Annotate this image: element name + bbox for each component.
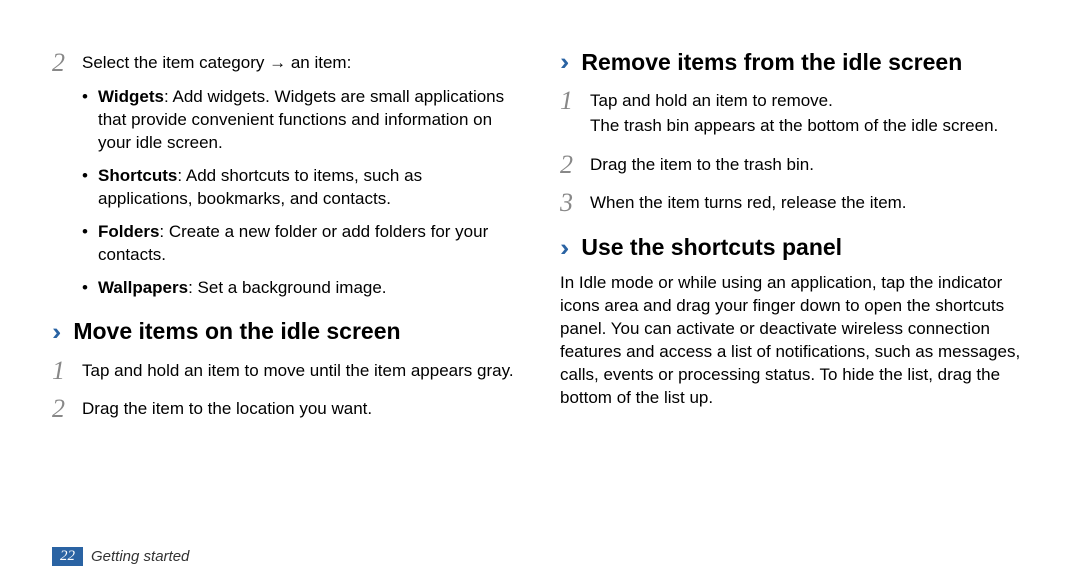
bullet-term: Widgets (98, 87, 164, 106)
step-number: 2 (560, 150, 590, 178)
heading-remove-items: › Remove items from the idle screen (560, 48, 1028, 76)
step-body: Drag the item to the location you want. (82, 394, 372, 421)
step-text: Tap and hold an item to remove. (590, 90, 998, 113)
step-number: 1 (52, 356, 82, 384)
category-bullets: Widgets: Add widgets. Widgets are small … (82, 86, 520, 300)
step-number: 2 (52, 48, 82, 76)
step-lead-after: an item: (286, 53, 351, 72)
step-body: Select the item category → an item: (82, 48, 351, 75)
right-column: › Remove items from the idle screen 1 Ta… (560, 48, 1028, 432)
bullet-term: Shortcuts (98, 166, 177, 185)
heading-shortcuts-panel: › Use the shortcuts panel (560, 234, 1028, 262)
step-number: 1 (560, 86, 590, 114)
chevron-icon: › (560, 50, 569, 74)
remove-step-1: 1 Tap and hold an item to remove. The tr… (560, 86, 1028, 140)
step-body: Tap and hold an item to remove. The tras… (590, 86, 998, 140)
remove-step-2: 2 Drag the item to the trash bin. (560, 150, 1028, 178)
page-content: 2 Select the item category → an item: Wi… (0, 0, 1080, 432)
bullet-term: Folders (98, 222, 159, 241)
page-number: 22 (52, 547, 83, 566)
move-step-2: 2 Drag the item to the location you want… (52, 394, 520, 422)
heading-text: Move items on the idle screen (73, 318, 400, 345)
bullet-widgets: Widgets: Add widgets. Widgets are small … (82, 86, 520, 155)
step-extra: The trash bin appears at the bottom of t… (590, 115, 998, 138)
chevron-icon: › (560, 236, 569, 260)
step-number: 3 (560, 188, 590, 216)
remove-step-3: 3 When the item turns red, release the i… (560, 188, 1028, 216)
step-body: Tap and hold an item to move until the i… (82, 356, 514, 383)
arrow-icon: → (269, 53, 286, 72)
heading-move-items: › Move items on the idle screen (52, 318, 520, 346)
page-footer: 22 Getting started (52, 547, 189, 566)
step-body: Drag the item to the trash bin. (590, 150, 814, 177)
bullet-term: Wallpapers (98, 278, 188, 297)
bullet-desc: : Set a background image. (188, 278, 386, 297)
bullet-wallpapers: Wallpapers: Set a background image. (82, 277, 520, 300)
chevron-icon: › (52, 320, 61, 344)
step-number: 2 (52, 394, 82, 422)
heading-text: Remove items from the idle screen (581, 49, 962, 76)
heading-text: Use the shortcuts panel (581, 234, 842, 261)
shortcuts-paragraph: In Idle mode or while using an applicati… (560, 272, 1028, 410)
step-body: When the item turns red, release the ite… (590, 188, 907, 215)
step-2: 2 Select the item category → an item: (52, 48, 520, 76)
move-step-1: 1 Tap and hold an item to move until the… (52, 356, 520, 384)
footer-section: Getting started (91, 548, 189, 565)
step-lead-before: Select the item category (82, 53, 269, 72)
left-column: 2 Select the item category → an item: Wi… (52, 48, 520, 432)
bullet-folders: Folders: Create a new folder or add fold… (82, 221, 520, 267)
bullet-shortcuts: Shortcuts: Add shortcuts to items, such … (82, 165, 520, 211)
